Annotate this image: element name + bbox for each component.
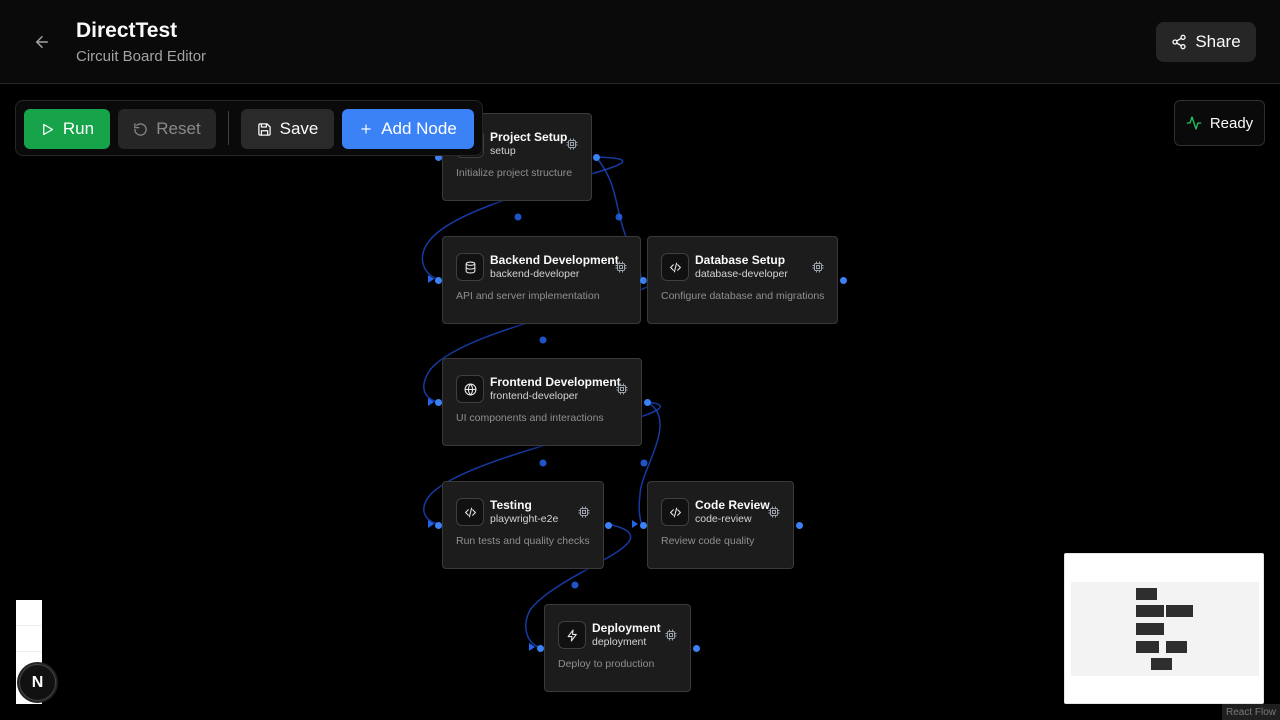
zoom-in-button[interactable] xyxy=(16,600,42,626)
run-button[interactable]: Run xyxy=(24,109,110,149)
minimap[interactable] xyxy=(1064,553,1264,704)
node-description: Run tests and quality checks xyxy=(456,535,590,547)
node-type: database-developer xyxy=(695,268,788,280)
cpu-icon[interactable] xyxy=(665,629,677,641)
node-input-handle[interactable] xyxy=(435,522,442,529)
arrow-left-icon xyxy=(36,36,48,48)
node-description: API and server implementation xyxy=(456,290,600,302)
node-output-handle[interactable] xyxy=(605,522,612,529)
node-output-handle[interactable] xyxy=(640,277,647,284)
status-badge: Ready xyxy=(1174,100,1265,146)
zap-icon xyxy=(558,621,586,649)
node-type: setup xyxy=(490,145,516,157)
node-description: Deploy to production xyxy=(558,658,655,670)
toolbar-divider xyxy=(228,111,229,145)
node-deployment[interactable]: Deployment deployment Deploy to producti… xyxy=(537,604,700,692)
reset-button[interactable]: Reset xyxy=(118,109,216,149)
node-output-handle[interactable] xyxy=(644,399,651,406)
node-description: Review code quality xyxy=(661,535,755,547)
node-type: backend-developer xyxy=(490,268,580,280)
plus-icon xyxy=(361,124,371,134)
share-button[interactable]: Share xyxy=(1156,22,1256,62)
cpu-icon[interactable] xyxy=(566,138,578,150)
node-description: Initialize project structure xyxy=(456,167,573,179)
share-label: Share xyxy=(1195,32,1241,51)
globe-icon xyxy=(456,375,484,403)
page-subtitle: Circuit Board Editor xyxy=(76,48,207,65)
rotate-ccw-icon xyxy=(134,122,148,136)
minimap-node xyxy=(1136,588,1157,600)
node-output-handle[interactable] xyxy=(796,522,803,529)
zoom-out-button[interactable] xyxy=(16,626,42,652)
minimap-node xyxy=(1166,641,1187,653)
editor-toolbar: Run Reset Save Add Node xyxy=(15,100,483,156)
react-flow-attribution[interactable]: React Flow xyxy=(1222,704,1280,720)
node-title: Deployment xyxy=(592,621,661,635)
node-input-handle[interactable] xyxy=(435,277,442,284)
node-title: Testing xyxy=(490,498,532,512)
node-title: Frontend Development xyxy=(490,375,621,389)
node-testing[interactable]: Testing playwright-e2e Run tests and qua… xyxy=(435,481,612,569)
nextjs-dev-badge[interactable]: N xyxy=(19,664,56,701)
node-description: Configure database and migrations xyxy=(661,290,825,302)
activity-icon xyxy=(1186,116,1202,130)
save-button[interactable]: Save xyxy=(241,109,334,149)
node-backend-development[interactable]: Backend Development backend-developer AP… xyxy=(435,236,647,324)
cpu-icon[interactable] xyxy=(812,261,824,273)
node-input-handle[interactable] xyxy=(435,399,442,406)
node-description: UI components and interactions xyxy=(456,412,604,424)
node-input-handle[interactable] xyxy=(537,645,544,652)
app-header: DirectTest Circuit Board Editor Share xyxy=(0,0,1280,84)
node-output-handle[interactable] xyxy=(593,154,600,161)
node-title: Database Setup xyxy=(695,253,786,267)
back-button[interactable] xyxy=(28,28,56,56)
status-label: Ready xyxy=(1209,114,1254,132)
node-output-handle[interactable] xyxy=(840,277,847,284)
cpu-icon[interactable] xyxy=(768,506,780,518)
node-output-handle[interactable] xyxy=(693,645,700,652)
reset-label: Reset xyxy=(156,119,201,138)
share-icon xyxy=(1172,34,1186,50)
node-title: Code Review xyxy=(695,498,770,512)
node-input-handle[interactable] xyxy=(640,522,647,529)
save-label: Save xyxy=(279,119,319,138)
database-icon xyxy=(456,253,484,281)
node-frontend-development[interactable]: Frontend Development frontend-developer … xyxy=(435,358,651,446)
minimap-node xyxy=(1136,605,1164,617)
cpu-icon[interactable] xyxy=(578,506,590,518)
save-icon xyxy=(257,122,271,136)
run-label: Run xyxy=(62,119,95,138)
node-title: Backend Development xyxy=(490,253,619,267)
node-database-setup[interactable]: Database Setup database-developer Config… xyxy=(647,236,847,324)
cpu-icon[interactable] xyxy=(615,261,627,273)
code-icon xyxy=(661,498,689,526)
node-type: frontend-developer xyxy=(490,390,579,402)
cpu-icon[interactable] xyxy=(616,383,628,395)
node-type: playwright-e2e xyxy=(490,513,559,525)
minimap-node xyxy=(1136,641,1159,653)
node-title: Project Setup xyxy=(490,130,568,144)
code-icon xyxy=(661,253,689,281)
node-type: code-review xyxy=(695,513,752,525)
node-code-review[interactable]: Code Review code-review Review code qual… xyxy=(640,481,803,569)
node-type: deployment xyxy=(592,636,647,648)
code-icon xyxy=(456,498,484,526)
play-icon xyxy=(43,123,54,135)
add-node-label: Add Node xyxy=(381,119,457,138)
add-node-button[interactable]: Add Node xyxy=(342,109,474,149)
page-title: DirectTest xyxy=(76,19,178,42)
minimap-node xyxy=(1166,605,1193,617)
minimap-node xyxy=(1136,623,1164,635)
minimap-node xyxy=(1151,658,1172,670)
